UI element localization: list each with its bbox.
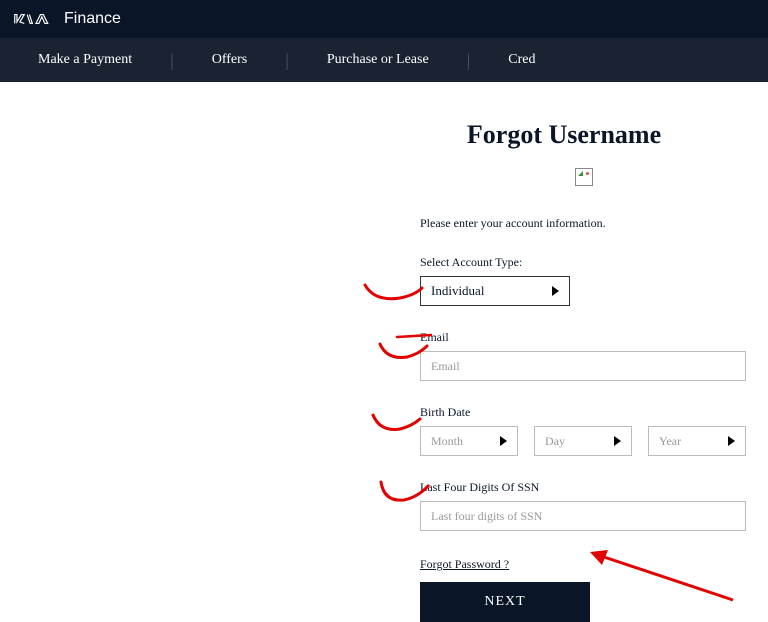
email-label: Email xyxy=(420,330,750,345)
next-button[interactable]: NEXT xyxy=(420,582,590,622)
chevron-right-icon xyxy=(614,436,621,446)
forgot-username-form: Please enter your account information. S… xyxy=(420,216,750,622)
ssn-field[interactable]: Last four digits of SSN xyxy=(420,501,746,531)
chevron-right-icon xyxy=(728,436,735,446)
broken-image-icon xyxy=(575,168,593,186)
year-placeholder: Year xyxy=(659,434,681,449)
birth-day-select[interactable]: Day xyxy=(534,426,632,456)
nav-offers[interactable]: Offers xyxy=(174,52,286,68)
main-nav: Make a Payment | Offers | Purchase or Le… xyxy=(0,38,768,82)
birth-month-select[interactable]: Month xyxy=(420,426,518,456)
birth-date-row: Month Day Year xyxy=(420,426,750,456)
birth-date-label: Birth Date xyxy=(420,405,750,420)
account-type-label: Select Account Type: xyxy=(420,255,750,270)
birth-year-select[interactable]: Year xyxy=(648,426,746,456)
nav-make-payment[interactable]: Make a Payment xyxy=(0,52,170,68)
ssn-label: Last Four Digits Of SSN xyxy=(420,480,750,495)
nav-purchase-lease[interactable]: Purchase or Lease xyxy=(289,52,467,68)
forgot-password-link[interactable]: Forgot Password ? xyxy=(420,557,509,572)
intro-text: Please enter your account information. xyxy=(420,216,750,231)
nav-credit[interactable]: Cred xyxy=(470,52,535,68)
content-area: Forgot Username Please enter your accoun… xyxy=(0,82,768,622)
day-placeholder: Day xyxy=(545,434,565,449)
account-type-value: Individual xyxy=(431,283,484,299)
chevron-right-icon xyxy=(500,436,507,446)
kia-logo-icon xyxy=(14,11,58,27)
ssn-placeholder: Last four digits of SSN xyxy=(431,509,542,524)
account-type-select[interactable]: Individual xyxy=(420,276,570,306)
page-title: Forgot Username xyxy=(360,120,768,150)
month-placeholder: Month xyxy=(431,434,463,449)
chevron-right-icon xyxy=(552,286,559,296)
brand-logo[interactable]: Finance xyxy=(14,10,121,28)
header-bar: Finance xyxy=(0,0,768,38)
email-field[interactable]: Email xyxy=(420,351,746,381)
brand-text: Finance xyxy=(64,10,121,28)
email-placeholder: Email xyxy=(431,359,460,374)
